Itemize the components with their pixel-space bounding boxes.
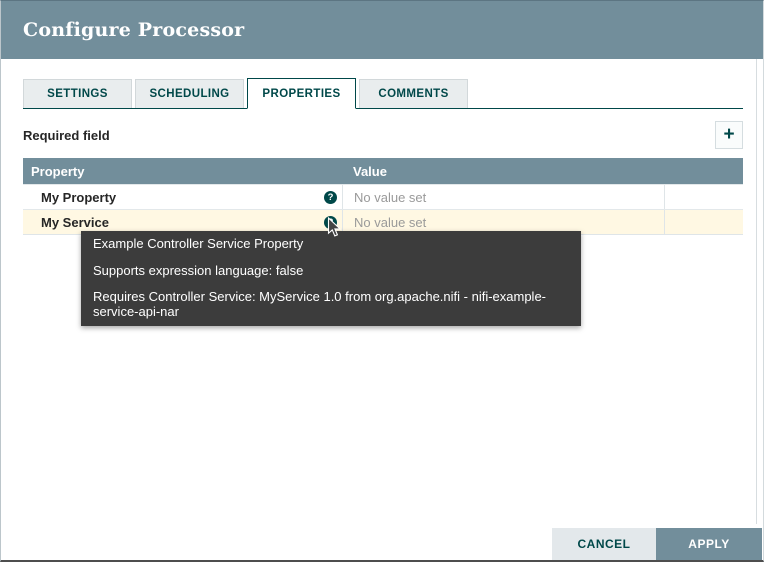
tooltip-line: Supports expression language: false xyxy=(93,264,569,279)
dialog-title: Configure Processor xyxy=(23,19,244,41)
tooltip-line: Requires Controller Service: MyService 1… xyxy=(93,290,569,319)
table-toolbar: Required field + xyxy=(23,120,743,150)
table-row: My Property ? No value set xyxy=(23,184,743,209)
property-name-cell: My Property ? xyxy=(23,185,342,209)
content-edge-divider xyxy=(756,59,757,524)
column-header-property: Property xyxy=(23,164,342,179)
tab-settings[interactable]: SETTINGS xyxy=(23,79,132,108)
required-field-label: Required field xyxy=(23,128,110,143)
column-header-value: Value xyxy=(342,164,664,179)
row-extra-cell xyxy=(664,185,743,209)
dialog-header: Configure Processor xyxy=(1,1,763,59)
cancel-button[interactable]: CANCEL xyxy=(552,528,656,560)
row-extra-cell xyxy=(664,210,743,234)
tab-properties[interactable]: PROPERTIES xyxy=(247,78,356,109)
property-help-tooltip: Example Controller Service Property Supp… xyxy=(81,231,581,326)
dialog-footer: CANCEL APPLY xyxy=(552,528,762,560)
tab-bar: SETTINGS SCHEDULING PROPERTIES COMMENTS xyxy=(23,78,743,109)
apply-button[interactable]: APPLY xyxy=(656,528,762,560)
mouse-cursor-icon xyxy=(327,217,342,239)
configure-processor-dialog: Configure Processor SETTINGS SCHEDULING … xyxy=(0,0,764,562)
tooltip-line: Example Controller Service Property xyxy=(93,237,569,252)
no-value-placeholder: No value set xyxy=(354,215,426,230)
add-property-button[interactable]: + xyxy=(715,121,743,149)
tab-comments[interactable]: COMMENTS xyxy=(359,79,468,108)
property-name: My Service xyxy=(41,215,109,230)
no-value-placeholder: No value set xyxy=(354,190,426,205)
table-header-row: Property Value xyxy=(23,158,743,184)
dialog-content: SETTINGS SCHEDULING PROPERTIES COMMENTS … xyxy=(23,59,743,235)
property-value-cell[interactable]: No value set xyxy=(342,185,664,209)
properties-table: Property Value My Property ? No value se… xyxy=(23,158,743,235)
plus-icon: + xyxy=(723,123,734,147)
property-name: My Property xyxy=(41,190,116,205)
tab-scheduling[interactable]: SCHEDULING xyxy=(135,79,244,108)
help-icon[interactable]: ? xyxy=(324,191,337,204)
